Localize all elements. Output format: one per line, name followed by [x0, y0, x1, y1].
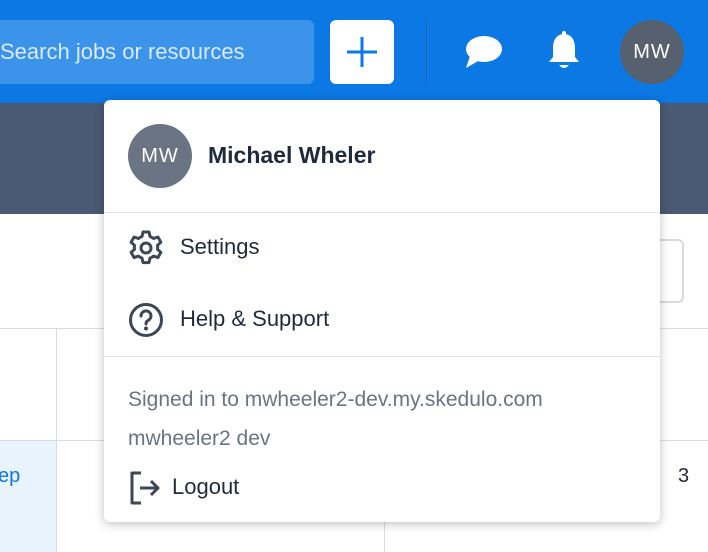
chat-bubble-icon: [466, 36, 502, 68]
menu-divider: [104, 212, 660, 213]
menu-avatar: MW: [128, 124, 192, 188]
signed-in-text: Signed in to mwheeler2-dev.my.skedulo.co…: [128, 388, 543, 411]
user-avatar-button[interactable]: MW: [620, 20, 684, 84]
user-dropdown-menu: MW Michael Wheler Settings Help & Suppor…: [104, 100, 660, 522]
avatar-initials: MW: [633, 40, 671, 63]
top-navigation-bar: MW: [0, 0, 708, 103]
chat-button[interactable]: [464, 30, 504, 74]
logout-label: Logout: [172, 474, 240, 499]
menu-item-help-support[interactable]: Help & Support: [104, 290, 660, 350]
toolbar-divider: [426, 20, 427, 84]
question-circle-icon: [128, 302, 164, 338]
signed-in-info: Signed in to mwheeler2-dev.my.skedulo.co…: [128, 380, 543, 458]
search-input[interactable]: [0, 20, 300, 84]
logout-icon: [128, 470, 162, 506]
table-cell-link[interactable]: ep: [0, 465, 20, 488]
search-box[interactable]: [0, 20, 314, 84]
logout-button[interactable]: Logout: [104, 462, 660, 512]
org-name: mwheeler2 dev: [128, 427, 271, 450]
table-cell-highlighted[interactable]: [0, 441, 56, 552]
menu-item-settings[interactable]: Settings: [104, 218, 660, 278]
menu-divider: [104, 356, 660, 357]
plus-icon: [347, 37, 377, 67]
notifications-button[interactable]: [544, 30, 584, 74]
bell-icon: [549, 31, 579, 68]
table-cell-value: 3: [678, 465, 690, 487]
add-button[interactable]: [330, 20, 394, 84]
user-name: Michael Wheler: [208, 142, 376, 168]
gear-icon: [128, 230, 164, 266]
table-column-divider: [384, 520, 385, 552]
table-column-divider: [56, 328, 57, 552]
menu-avatar-initials: MW: [141, 144, 179, 167]
help-support-label: Help & Support: [180, 306, 330, 331]
settings-label: Settings: [180, 234, 260, 259]
